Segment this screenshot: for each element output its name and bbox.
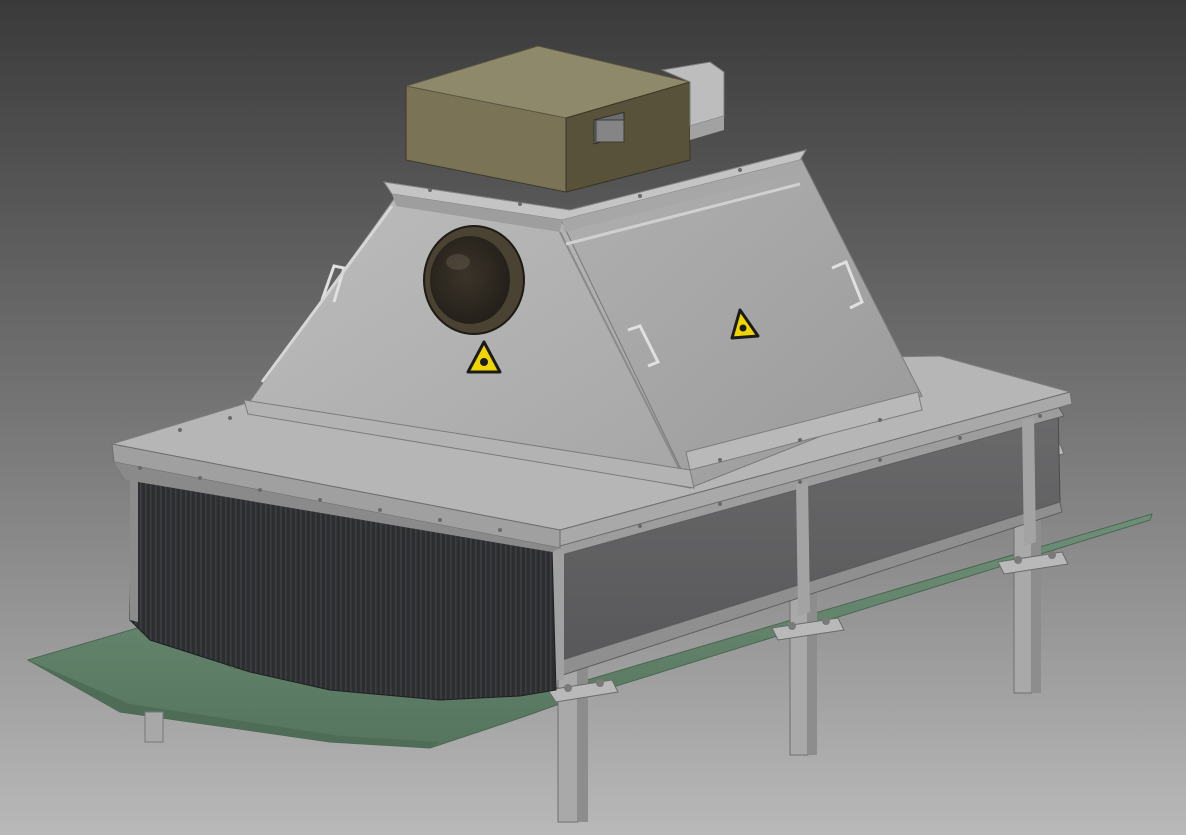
inspection-window <box>423 225 525 335</box>
cad-viewport <box>0 0 1186 835</box>
cad-render <box>0 0 1186 835</box>
